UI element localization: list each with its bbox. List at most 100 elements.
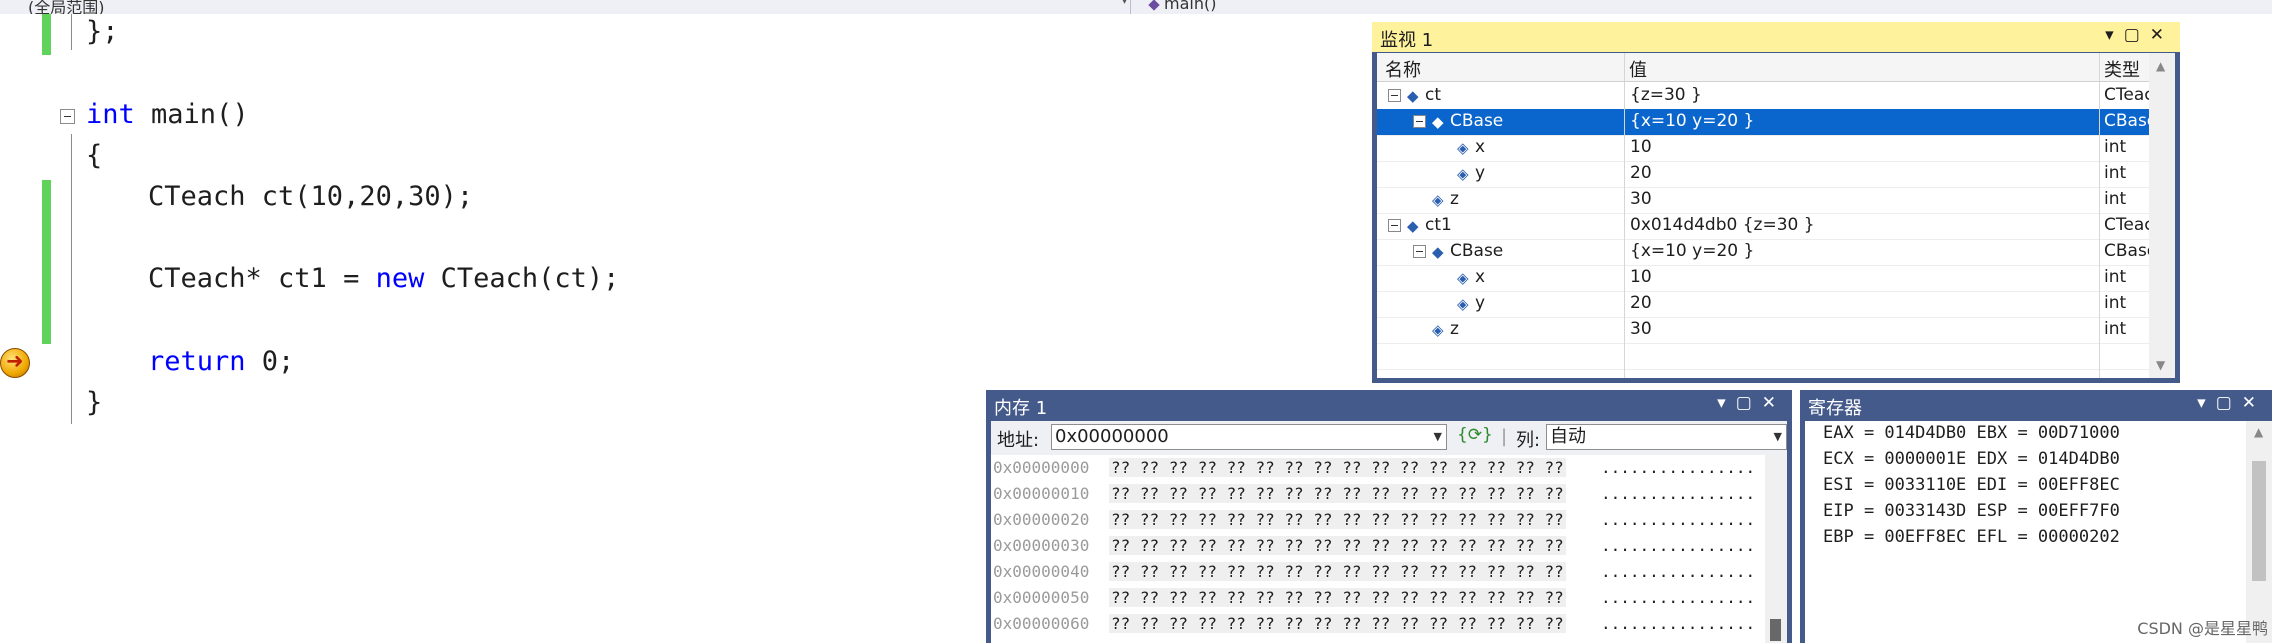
chevron-down-icon[interactable]: ▼	[1434, 425, 1442, 449]
watch-name: x	[1475, 137, 1486, 157]
watch-value[interactable]: 20	[1630, 293, 1652, 313]
collapse-icon[interactable]	[1413, 115, 1426, 128]
watch-row-empty[interactable]	[1377, 343, 2149, 370]
chevron-down-icon[interactable]: ▾	[1122, 0, 1127, 7]
scrollbar-thumb[interactable]	[1770, 619, 1781, 641]
memory-bytes[interactable]: ?? ?? ?? ?? ?? ?? ?? ?? ?? ?? ?? ?? ?? ?…	[1109, 614, 1566, 633]
scope-dropdown[interactable]: (全局范围)	[28, 0, 105, 14]
code-line[interactable]: {	[86, 140, 102, 171]
code-line[interactable]: }	[86, 387, 102, 418]
watch-row[interactable]: ◆ CBase {x=10 y=20 } CBase	[1377, 239, 2157, 266]
watch-row[interactable]: ◈ y 20 int	[1377, 161, 2149, 188]
memory-bytes[interactable]: ?? ?? ?? ?? ?? ?? ?? ?? ?? ?? ?? ?? ?? ?…	[1109, 484, 1566, 503]
register-line[interactable]: EBP = 00EFF8EC EFL = 00000202	[1823, 527, 2120, 547]
watch-name: y	[1475, 293, 1486, 313]
memory-address: 0x00000020	[993, 510, 1090, 529]
memory-bytes[interactable]: ?? ?? ?? ?? ?? ?? ?? ?? ?? ?? ?? ?? ?? ?…	[1109, 588, 1566, 607]
code-text: {	[86, 140, 103, 171]
watch-row-selected[interactable]: ◆ CBase {x=10 y=20 } CBase	[1377, 109, 2157, 136]
column-header-name[interactable]: 名称	[1385, 56, 1421, 82]
code-text: 0;	[245, 346, 295, 377]
code-text: CTeach(ct);	[424, 263, 620, 294]
watch-row[interactable]: ◈ x 10 int	[1377, 265, 2149, 292]
scroll-up-icon[interactable]: ▲	[2254, 425, 2263, 439]
close-icon[interactable]: ✕	[2242, 393, 2266, 413]
memory-bytes[interactable]: ?? ?? ?? ?? ?? ?? ?? ?? ?? ?? ?? ?? ?? ?…	[1109, 510, 1566, 529]
collapse-icon[interactable]	[60, 109, 75, 124]
collapse-icon[interactable]	[1388, 89, 1401, 102]
register-line[interactable]: EAX = 014D4DB0 EBX = 00D71000	[1823, 423, 2120, 443]
watch-value[interactable]: 20	[1630, 163, 1652, 183]
memory-ascii[interactable]: ................	[1601, 588, 1755, 607]
watch-row[interactable]: ◈ z 30 int	[1377, 317, 2149, 344]
dropdown-icon[interactable]: ▾	[2105, 25, 2124, 45]
column-divider[interactable]	[2099, 53, 2100, 378]
scrollbar-thumb[interactable]	[2252, 461, 2266, 581]
window-buttons: ▾▢✕	[2105, 25, 2174, 45]
watch-grid[interactable]: 名称 值 类型 ◆ ct {z=30 } CTeach ◆ CBase {x=1…	[1377, 53, 2175, 378]
code-line[interactable]: };	[86, 16, 119, 47]
watch-value[interactable]: 10	[1630, 137, 1652, 157]
memory-ascii[interactable]: ................	[1601, 536, 1755, 555]
column-divider[interactable]	[1624, 53, 1625, 378]
code-line[interactable]: return 0;	[148, 346, 294, 377]
columns-select[interactable]: 自动 ▼	[1546, 424, 1787, 450]
memory-grid[interactable]: 0x00000000 ?? ?? ?? ?? ?? ?? ?? ?? ?? ?? …	[991, 455, 1765, 643]
memory-ascii[interactable]: ................	[1601, 484, 1755, 503]
maximize-icon[interactable]: ▢	[1736, 393, 1762, 413]
watch-row[interactable]: ◆ ct {z=30 } CTeach	[1377, 83, 2158, 110]
watch-value[interactable]: {x=10 y=20 }	[1630, 241, 1754, 261]
watch-value[interactable]: 30	[1630, 319, 1652, 339]
memory-titlebar[interactable]: 内存 1 ▾▢✕	[986, 390, 1792, 420]
watch-value[interactable]: 30	[1630, 189, 1652, 209]
memory-ascii[interactable]: ................	[1601, 510, 1755, 529]
code-line[interactable]: CTeach ct(10,20,30);	[148, 181, 473, 212]
variable-icon: ◆	[1407, 87, 1419, 105]
watch-value[interactable]: {z=30 }	[1630, 85, 1702, 105]
field-icon: ◈	[1457, 295, 1469, 313]
maximize-icon[interactable]: ▢	[2124, 25, 2150, 45]
refresh-icon[interactable]: {⟳}	[1457, 425, 1493, 445]
memory-bytes[interactable]: ?? ?? ?? ?? ?? ?? ?? ?? ?? ?? ?? ?? ?? ?…	[1109, 536, 1566, 555]
address-input[interactable]: 0x00000000 ▼	[1051, 424, 1447, 450]
collapse-icon[interactable]	[1388, 219, 1401, 232]
watch-row[interactable]: ◈ z 30 int	[1377, 187, 2149, 214]
register-line[interactable]: EIP = 0033143D ESP = 00EFF7F0	[1823, 501, 2120, 521]
column-header-value[interactable]: 值	[1629, 56, 1647, 82]
memory-bytes[interactable]: ?? ?? ?? ?? ?? ?? ?? ?? ?? ?? ?? ?? ?? ?…	[1109, 562, 1566, 581]
watch-value[interactable]: {x=10 y=20 }	[1630, 111, 1754, 131]
memory-ascii[interactable]: ................	[1601, 458, 1755, 477]
dropdown-icon[interactable]: ▾	[2197, 393, 2216, 413]
memory-scrollbar[interactable]	[1765, 455, 1787, 643]
dropdown-icon[interactable]: ▾	[1717, 393, 1736, 413]
register-line[interactable]: ECX = 0000001E EDX = 014D4DB0	[1823, 449, 2120, 469]
registers-body[interactable]: EAX = 014D4DB0 EBX = 00D71000 ECX = 0000…	[1805, 421, 2272, 643]
watch-titlebar[interactable]: 监视 1 ▾▢✕	[1372, 22, 2180, 52]
watch-window: 监视 1 ▾▢✕ 名称 值 类型 ◆ ct {z=30 } CTeach ◆ C…	[1372, 22, 2180, 383]
watch-scrollbar[interactable]: ▲ ▼	[2149, 53, 2175, 378]
memory-ascii[interactable]: ................	[1601, 562, 1755, 581]
current-instruction-arrow-icon	[0, 348, 30, 378]
memory-ascii[interactable]: ................	[1601, 614, 1755, 633]
watch-row[interactable]: ◈ y 20 int	[1377, 291, 2149, 318]
watch-value[interactable]: 10	[1630, 267, 1652, 287]
memory-bytes[interactable]: ?? ?? ?? ?? ?? ?? ?? ?? ?? ?? ?? ?? ?? ?…	[1109, 458, 1566, 477]
maximize-icon[interactable]: ▢	[2216, 393, 2242, 413]
chevron-down-icon[interactable]: ▼	[1774, 425, 1782, 449]
scroll-down-icon[interactable]: ▼	[2156, 358, 2165, 372]
column-header-type[interactable]: 类型	[2104, 56, 2140, 82]
watch-value[interactable]: 0x014d4db0 {z=30 }	[1630, 215, 1815, 235]
watch-name: ct	[1425, 85, 1442, 105]
scroll-up-icon[interactable]: ▲	[2156, 59, 2165, 73]
register-line[interactable]: ESI = 0033110E EDI = 00EFF8EC	[1823, 475, 2120, 495]
collapse-icon[interactable]	[1413, 245, 1426, 258]
close-icon[interactable]: ✕	[1762, 393, 1786, 413]
watch-row[interactable]: ◈ x 10 int	[1377, 135, 2149, 162]
registers-titlebar[interactable]: 寄存器 ▾▢✕	[1800, 390, 2272, 420]
code-line[interactable]: int main()	[86, 99, 249, 130]
code-line[interactable]: CTeach* ct1 = new CTeach(ct);	[148, 263, 619, 294]
watch-row[interactable]: ◆ ct1 0x014d4db0 {z=30 } CTeach *	[1377, 213, 2158, 240]
function-dropdown[interactable]: main()	[1148, 0, 1216, 13]
registers-scrollbar[interactable]: ▲	[2246, 421, 2272, 643]
close-icon[interactable]: ✕	[2150, 25, 2174, 45]
